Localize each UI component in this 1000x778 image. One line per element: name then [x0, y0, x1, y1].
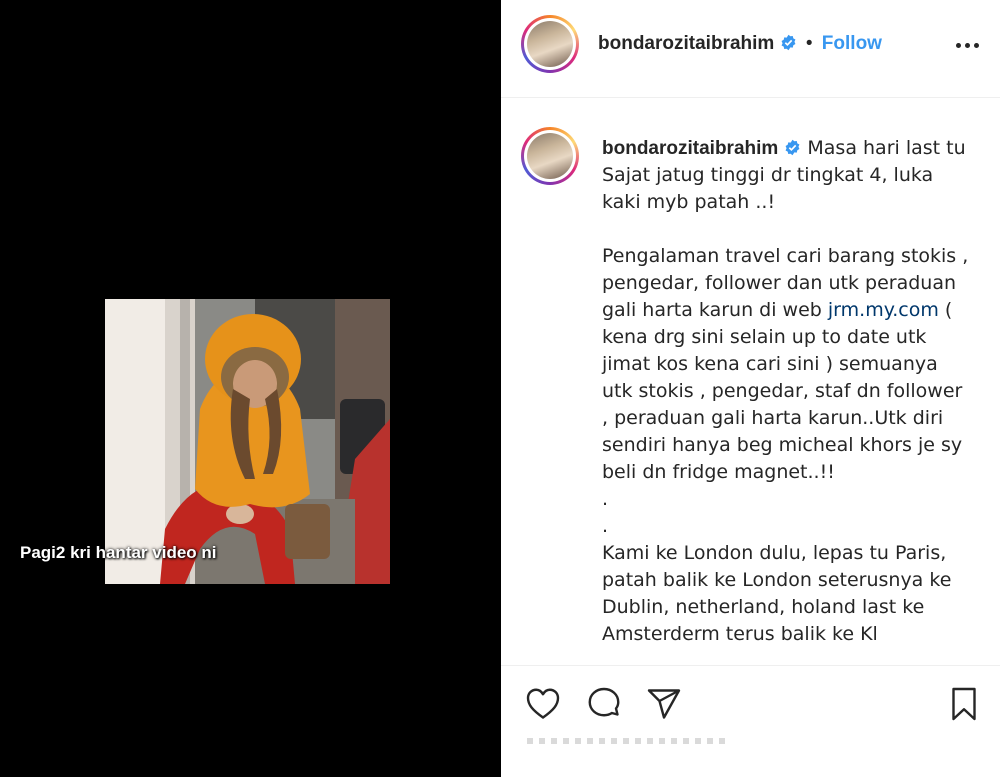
follow-button[interactable]: Follow [822, 33, 882, 54]
likes-row-placeholder [527, 738, 727, 744]
photo-illustration [105, 299, 390, 584]
avatar[interactable] [521, 15, 579, 73]
post-panel: bondarozitaibrahim • Follow bondarozitai… [501, 0, 1000, 777]
header-user: bondarozitaibrahim • Follow [598, 33, 882, 55]
header-username[interactable]: bondarozitaibrahim [598, 33, 774, 54]
caption-avatar-image [527, 133, 573, 179]
separator-dot: • [805, 33, 813, 54]
post-header: bondarozitaibrahim • Follow [501, 0, 1000, 98]
caption-text-part2: ( kena drg sini selain up to date utk ji… [602, 299, 963, 645]
caption-area: bondarozitaibrahim Masa hari last tu Saj… [501, 98, 1000, 665]
caption-username[interactable]: bondarozitaibrahim [602, 138, 778, 159]
action-bar [501, 665, 1000, 778]
more-options-icon[interactable] [953, 35, 983, 55]
verified-badge-icon [781, 34, 796, 51]
avatar-image [527, 21, 573, 67]
post-photo[interactable] [105, 299, 390, 584]
caption-text-part1: Masa hari last tu Sajat jatug tinggi dr … [602, 137, 969, 321]
bookmark-icon[interactable] [946, 686, 982, 722]
heart-icon[interactable] [525, 686, 561, 722]
video-caption: Pagi2 kri hantar video ni [20, 543, 217, 562]
verified-badge-icon [785, 139, 800, 156]
post-caption: bondarozitaibrahim Masa hari last tu Saj… [602, 135, 972, 648]
comment-bubble-icon[interactable] [586, 686, 622, 722]
media-pane: Pagi2 kri hantar video ni [0, 0, 501, 777]
caption-link[interactable]: jrm.my.com [828, 299, 939, 321]
caption-avatar[interactable] [521, 127, 579, 185]
paper-plane-icon[interactable] [646, 686, 682, 722]
